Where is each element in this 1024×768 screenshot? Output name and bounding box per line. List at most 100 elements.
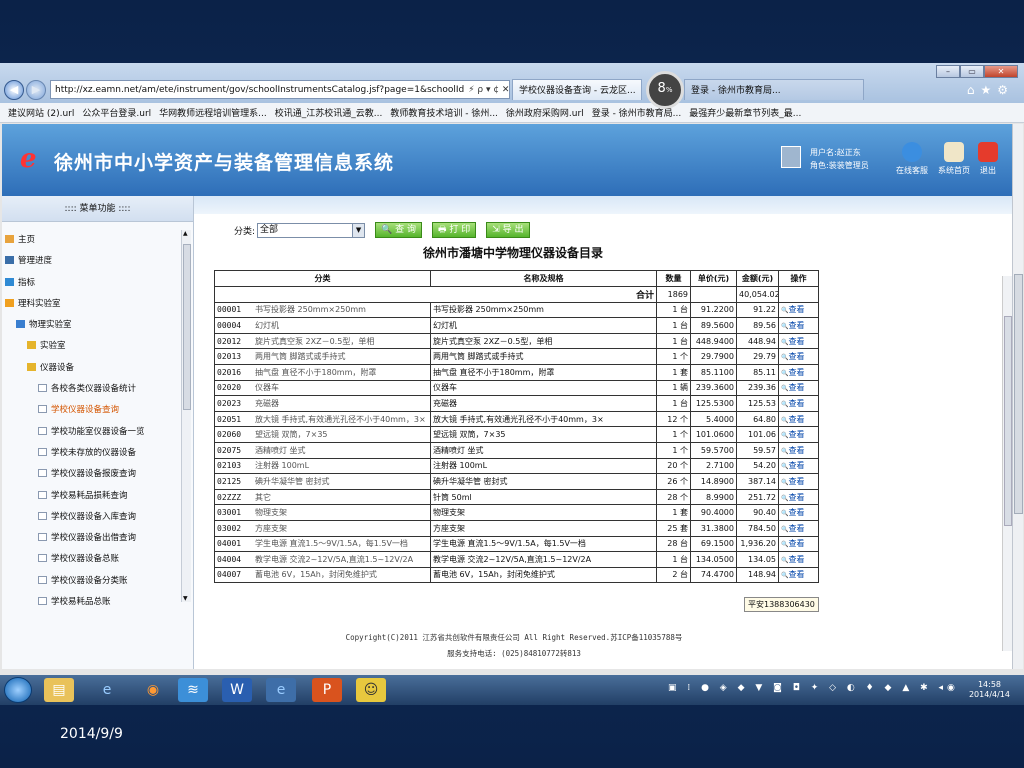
sidebar-item-6[interactable]: 仪器设备	[2, 358, 180, 379]
page-scrollbar[interactable]	[1012, 124, 1023, 669]
sidebar-item-3[interactable]: 理科实验室	[2, 294, 180, 315]
sidebar-item-7[interactable]: 各校各类仪器设备统计	[2, 379, 180, 400]
start-button[interactable]	[4, 677, 32, 703]
fav-4[interactable]: 教师教育技术培训 - 徐州...	[390, 106, 498, 119]
forward-icon[interactable]: ▶	[26, 80, 46, 100]
menu-item-icon	[38, 490, 47, 499]
view-button[interactable]: 🔍查看	[778, 363, 819, 381]
minimize-button[interactable]: –	[936, 65, 960, 78]
sidebar-item-13[interactable]: 学校仪器设备入库查询	[2, 507, 180, 528]
view-button[interactable]: 🔍查看	[778, 488, 819, 506]
header-name: 名称及规格	[430, 270, 657, 287]
scroll-up-arrow-icon[interactable]: ▲	[183, 230, 188, 237]
sidebar-item-label: 学校仪器设备查询	[51, 405, 120, 416]
logout-button[interactable]: 退出	[958, 142, 1012, 176]
view-button[interactable]: 🔍查看	[778, 535, 819, 553]
sidebar-item-2[interactable]: 指标	[2, 273, 180, 294]
cell-qty: 28 台	[656, 535, 691, 553]
menu-item-icon	[38, 575, 47, 584]
view-button[interactable]: 🔍查看	[778, 332, 819, 350]
sidebar-item-1[interactable]: 管理进度	[2, 251, 180, 272]
view-label: 查看	[788, 554, 805, 564]
cell-qty: 2 台	[656, 566, 691, 584]
sidebar-item-17[interactable]: 学校易耗品总账	[2, 592, 180, 613]
print-button[interactable]: 🖶 打 印	[432, 222, 477, 238]
fav-1[interactable]: 公众平台登录.url	[82, 106, 151, 119]
cell-qty: 12 个	[656, 410, 691, 428]
cell-name: 蓄电池 6V，15Ah，封闭免维护式	[430, 566, 657, 584]
sidebar-item-16[interactable]: 学校仪器设备分类账	[2, 571, 180, 592]
sidebar-item-5[interactable]: 实验室	[2, 336, 180, 357]
view-button[interactable]: 🔍查看	[778, 519, 819, 537]
sidebar-item-10[interactable]: 学校未存放的仪器设备	[2, 443, 180, 464]
sidebar-item-8[interactable]: 学校仪器设备查询	[2, 400, 180, 421]
page-scroll-thumb[interactable]	[1014, 274, 1023, 514]
cell-name: 书写投影器 250mm×250mm	[430, 301, 657, 319]
view-button[interactable]: 🔍查看	[778, 566, 819, 584]
network-app-icon[interactable]: ≋	[178, 678, 208, 702]
content-scroll-thumb[interactable]	[1004, 316, 1012, 526]
sidebar-item-15[interactable]: 学校仪器设备总账	[2, 549, 180, 570]
url-input[interactable]: http://xz.eamn.net/am/ete/instrument/gov…	[50, 80, 510, 99]
badge-value: 8	[657, 81, 666, 96]
view-button[interactable]: 🔍查看	[778, 504, 819, 521]
sidebar-item-14[interactable]: 学校仪器设备出借查询	[2, 528, 180, 549]
view-button[interactable]: 🔍查看	[778, 426, 819, 443]
content-scrollbar[interactable]	[1002, 276, 1012, 651]
query-button[interactable]: 🔍 查 询	[375, 222, 422, 238]
view-label: 查看	[788, 336, 805, 346]
view-button[interactable]: 🔍查看	[778, 457, 819, 475]
view-label: 查看	[788, 445, 805, 455]
word-icon[interactable]: W	[222, 678, 252, 702]
fav-7[interactable]: 最强弃少最新章节列表_最...	[689, 106, 801, 119]
sidebar-item-9[interactable]: 学校功能室仪器设备一览	[2, 422, 180, 443]
view-button[interactable]: 🔍查看	[778, 395, 819, 412]
qq-icon[interactable]: ☺	[356, 678, 386, 702]
browser-orange-icon[interactable]: ◉	[138, 678, 168, 702]
folder-icon[interactable]: ▤	[44, 678, 74, 702]
fav-3[interactable]: 校讯通_江苏校讯通_云教...	[275, 106, 383, 119]
view-button[interactable]: 🔍查看	[778, 551, 819, 568]
close-button[interactable]: ✕	[984, 65, 1018, 78]
logout-label: 退出	[980, 166, 996, 175]
sidebar-item-0[interactable]: 主页	[2, 230, 180, 251]
item-category: 方座支架	[255, 523, 287, 533]
view-button[interactable]: 🔍查看	[778, 317, 819, 334]
sidebar-scroll-thumb[interactable]	[183, 244, 191, 410]
ie-active-icon[interactable]: e	[266, 678, 296, 702]
view-button[interactable]: 🔍查看	[778, 301, 819, 319]
view-button[interactable]: 🔍查看	[778, 410, 819, 428]
category-select[interactable]: 全部 ▼	[257, 222, 366, 238]
powerpoint-icon[interactable]: P	[312, 678, 342, 702]
cell-qty: 1 台	[656, 395, 691, 412]
fav-5[interactable]: 徐州政府采购网.url	[506, 106, 584, 119]
tab-other[interactable]: 登录 - 徐州市教育局...	[684, 79, 864, 100]
catalog-table-wrapper: 分类 名称及规格 数量 单价(元) 金额(元) 操作 合计 1869 40,05…	[214, 270, 1000, 658]
export-button[interactable]: ⇲ 导 出	[486, 222, 530, 238]
fav-2[interactable]: 华网教师远程培训管理系...	[159, 106, 267, 119]
export-label: 导 出	[502, 225, 524, 235]
item-code: 02020	[217, 383, 242, 393]
view-button[interactable]: 🔍查看	[778, 379, 819, 397]
browser-tools[interactable]: ⌂★⚙	[967, 83, 1014, 97]
scroll-down-arrow-icon[interactable]: ▼	[183, 595, 188, 602]
view-button[interactable]: 🔍查看	[778, 441, 819, 459]
tab-active[interactable]: 学校仪器设备查询 - 云龙区...	[512, 79, 642, 100]
view-button[interactable]: 🔍查看	[778, 473, 819, 490]
sidebar-item-4[interactable]: 物理实验室	[2, 315, 180, 336]
menu-item-icon	[27, 341, 36, 350]
sidebar-item-11[interactable]: 学校仪器设备报废查询	[2, 464, 180, 485]
cell-name: 针筒 50ml	[430, 488, 657, 506]
url-controls[interactable]: ⚡ ρ ▾ ¢ ✕	[464, 85, 509, 95]
fav-0[interactable]: 建议网站 (2).url	[8, 106, 74, 119]
system-tray[interactable]: ▣ ⁞ ● ◈ ◆ ▼ ◙ ◘ ✦ ◇ ◐ ♦ ◆ ▲ ✱ ◂◉	[668, 683, 959, 693]
ie-icon[interactable]: e	[92, 678, 122, 702]
maximize-button[interactable]: ▭	[960, 65, 984, 78]
view-button[interactable]: 🔍查看	[778, 348, 819, 365]
back-icon[interactable]: ◀	[4, 80, 24, 100]
cell-qty: 1 台	[656, 332, 691, 350]
sidebar-scrollbar[interactable]: ▲ ▼	[181, 230, 191, 602]
clock[interactable]: 14:58 2014/4/14	[969, 680, 1010, 700]
sidebar-item-12[interactable]: 学校易耗品损耗查询	[2, 486, 180, 507]
cell-price: 101.0600	[690, 426, 737, 443]
